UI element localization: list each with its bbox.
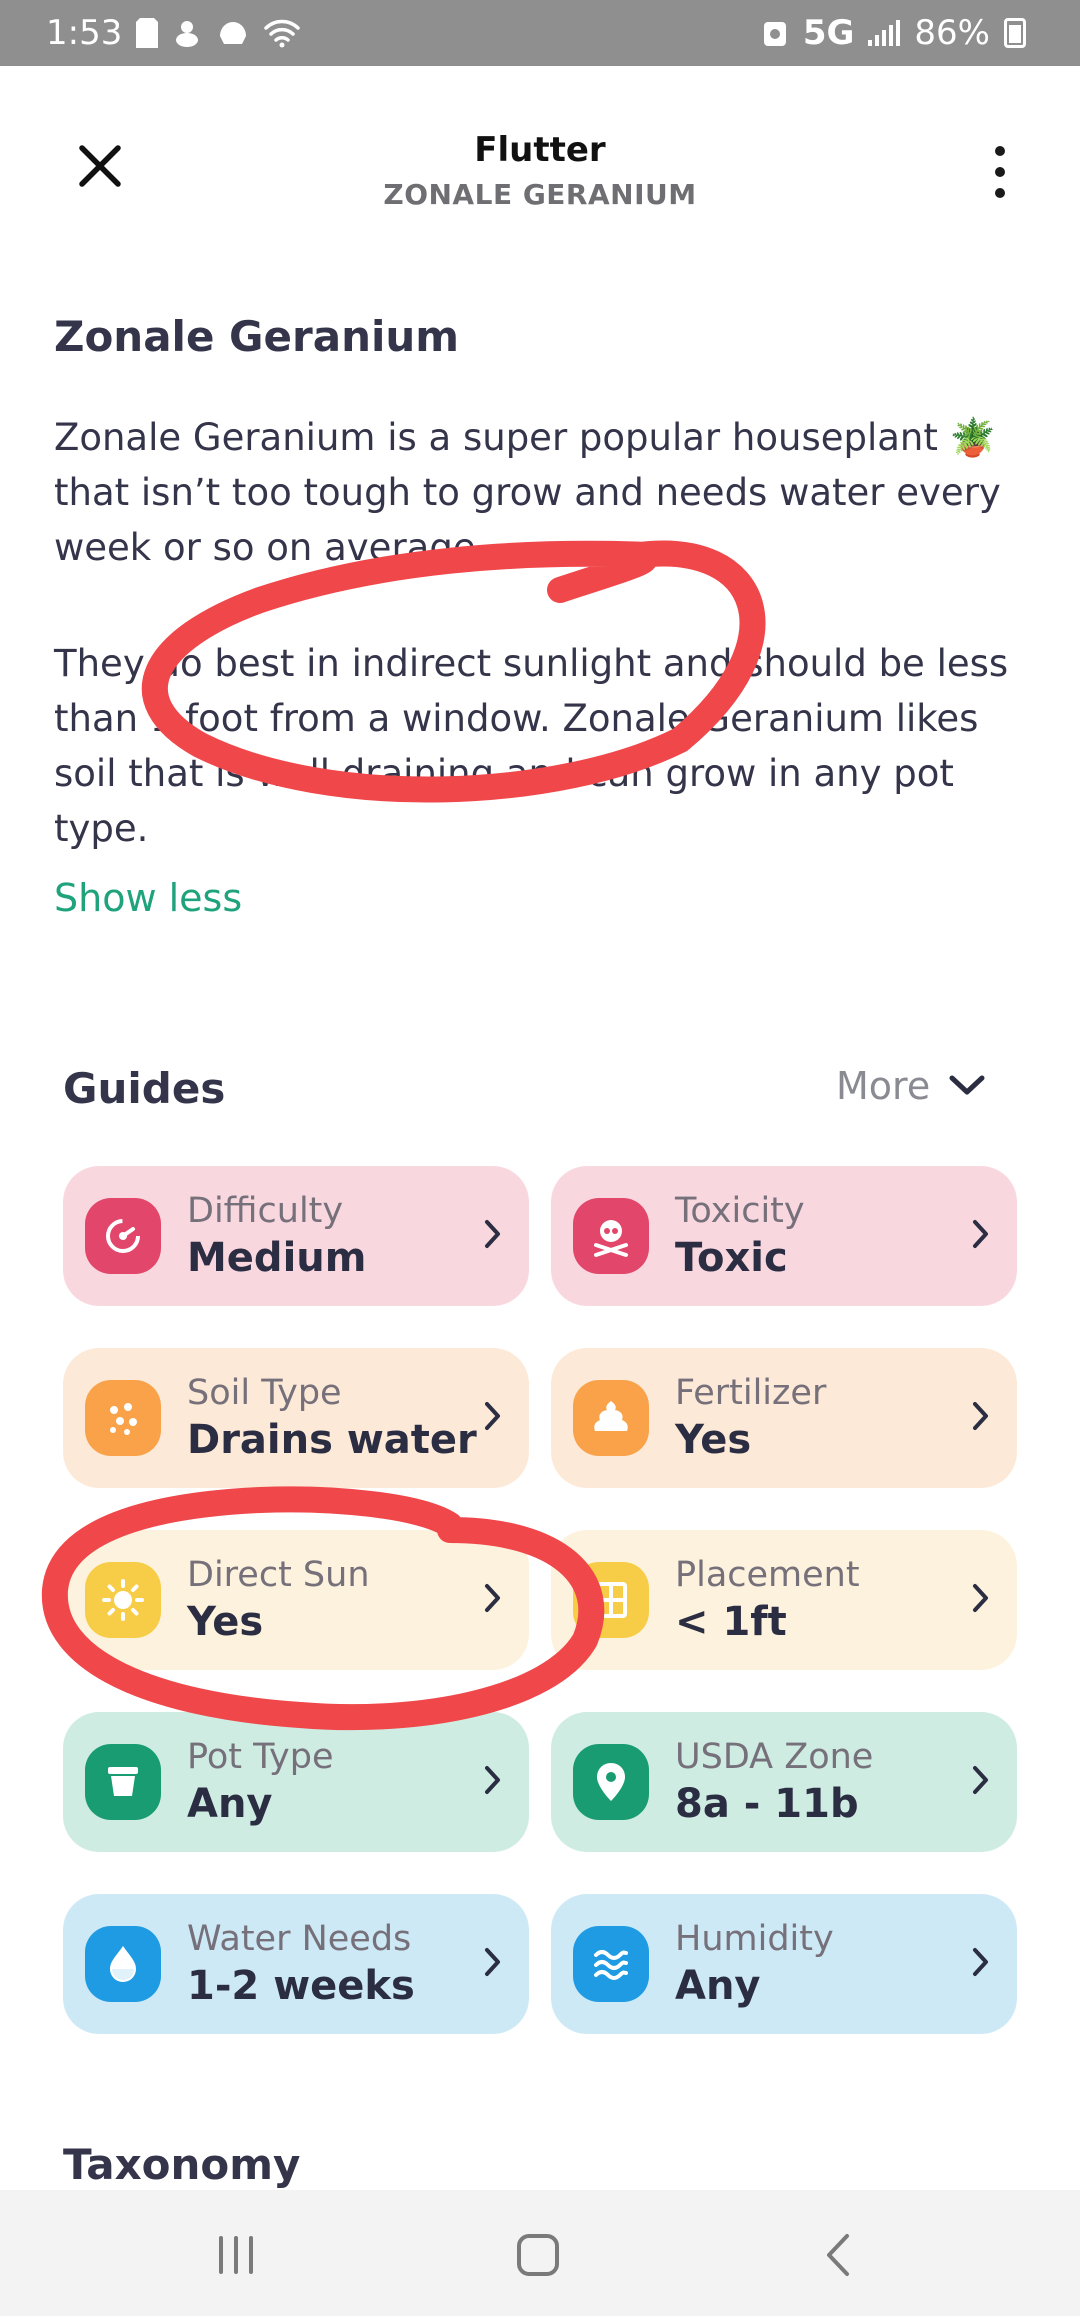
guide-label: USDA Zone: [675, 1737, 874, 1777]
guide-label: Placement: [675, 1555, 860, 1595]
system-nav-bar: [0, 2190, 1080, 2316]
guides-more-label: More: [836, 1064, 931, 1108]
guide-value: Toxic: [675, 1235, 788, 1281]
guide-value: Any: [187, 1781, 273, 1827]
more-options-button[interactable]: [980, 142, 1020, 202]
guide-value: Any: [675, 1963, 761, 2009]
signal-icon: [868, 20, 901, 46]
guide-value: Yes: [675, 1417, 752, 1463]
guide-card-pot-type[interactable]: Pot Type Any: [63, 1712, 529, 1852]
humidity-icon: [573, 1926, 649, 2002]
battery-percent: 86%: [914, 13, 990, 53]
alarm-icon: [761, 18, 789, 48]
show-less-link[interactable]: Show less: [54, 876, 242, 920]
soil-icon: [85, 1380, 161, 1456]
plant-title: Zonale Geranium: [54, 312, 460, 361]
header-subtitle: ZONALE GERANIUM: [383, 178, 697, 211]
guide-label: Direct Sun: [187, 1555, 370, 1595]
guide-label: Water Needs: [187, 1919, 412, 1959]
skull-icon: [573, 1198, 649, 1274]
guide-label: Fertilizer: [675, 1373, 827, 1413]
guide-value: 1-2 weeks: [187, 1963, 415, 2009]
chevron-down-icon: [949, 1075, 985, 1095]
status-time: 1:53: [46, 13, 123, 53]
more-vert-icon: [995, 146, 1005, 156]
guide-label: Difficulty: [187, 1191, 344, 1231]
fertilizer-icon: [573, 1380, 649, 1456]
plant-description-paragraph-2: They do best in indirect sunlight and sh…: [54, 642, 1009, 850]
app-header: Flutter ZONALE GERANIUM: [0, 66, 1080, 236]
window-icon: [573, 1562, 649, 1638]
chevron-right-icon: [485, 1766, 500, 1794]
home-button[interactable]: [503, 2220, 573, 2290]
guide-label: Toxicity: [675, 1191, 805, 1231]
status-bar: 1:53 5G 86%: [0, 0, 1080, 66]
guide-value: Medium: [187, 1235, 367, 1281]
guide-card-direct-sun[interactable]: Direct Sun Yes: [63, 1530, 529, 1670]
recent-apps-icon: [219, 2236, 253, 2274]
chevron-right-icon: [485, 1220, 500, 1248]
sun-icon: [85, 1562, 161, 1638]
guide-label: Pot Type: [187, 1737, 334, 1777]
guide-label: Soil Type: [187, 1373, 342, 1413]
guide-card-fertilizer[interactable]: Fertilizer Yes: [551, 1348, 1017, 1488]
guide-value: < 1ft: [675, 1599, 787, 1645]
chevron-right-icon: [485, 1584, 500, 1612]
guide-card-water-needs[interactable]: Water Needs 1-2 weeks: [63, 1894, 529, 2034]
taxonomy-heading: Taxonomy: [63, 2140, 301, 2189]
app-notification-icon: [216, 18, 250, 48]
guide-label: Humidity: [675, 1919, 834, 1959]
chevron-right-icon: [973, 1584, 988, 1612]
guide-value: Drains water: [187, 1417, 477, 1463]
plant-description-paragraph-1: Zonale Geranium is a super popular house…: [54, 416, 1001, 569]
notification-icon: [172, 18, 202, 48]
battery-icon: [1004, 18, 1026, 48]
difficulty-icon: [85, 1198, 161, 1274]
guide-value: 8a - 11b: [675, 1781, 859, 1827]
guide-card-difficulty[interactable]: Difficulty Medium: [63, 1166, 529, 1306]
guide-card-toxicity[interactable]: Toxicity Toxic: [551, 1166, 1017, 1306]
chevron-right-icon: [973, 1948, 988, 1976]
back-button[interactable]: [805, 2220, 875, 2290]
chevron-right-icon: [485, 1948, 500, 1976]
guide-card-humidity[interactable]: Humidity Any: [551, 1894, 1017, 2034]
guides-more-button[interactable]: More: [836, 1064, 986, 1108]
chevron-right-icon: [973, 1402, 988, 1430]
guide-card-placement[interactable]: Placement < 1ft: [551, 1530, 1017, 1670]
water-drop-icon: [85, 1926, 161, 2002]
back-icon: [827, 2234, 849, 2276]
chevron-right-icon: [973, 1766, 988, 1794]
chevron-right-icon: [485, 1402, 500, 1430]
guide-value: Yes: [187, 1599, 264, 1645]
guide-card-usda-zone[interactable]: USDA Zone 8a - 11b: [551, 1712, 1017, 1852]
header-title: Flutter: [474, 130, 606, 170]
recent-apps-button[interactable]: [201, 2220, 271, 2290]
location-pin-icon: [573, 1744, 649, 1820]
sd-card-icon: [136, 18, 159, 48]
chevron-right-icon: [973, 1220, 988, 1248]
home-icon: [517, 2234, 559, 2276]
wifi-icon: [264, 18, 301, 48]
guide-card-soil-type[interactable]: Soil Type Drains water: [63, 1348, 529, 1488]
network-type: 5G: [802, 13, 855, 53]
pot-icon: [85, 1744, 161, 1820]
guides-heading: Guides: [63, 1064, 226, 1113]
